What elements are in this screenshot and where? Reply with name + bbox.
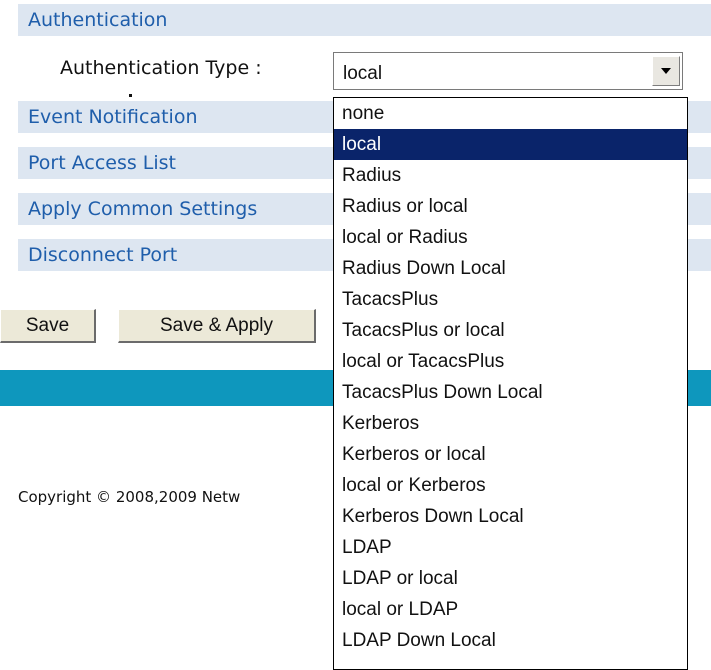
authentication-type-label: Authentication Type : (60, 57, 262, 79)
option-item[interactable]: local or Radius (334, 222, 687, 253)
section-authentication-label: Authentication (28, 9, 168, 31)
authentication-type-options[interactable]: none local Radius Radius or local local or R… (333, 97, 688, 670)
option-item[interactable]: TacacsPlus (334, 284, 687, 315)
save-button[interactable]: Save (0, 309, 96, 343)
option-item[interactable]: LDAP (334, 532, 687, 563)
save-apply-button[interactable]: Save & Apply (118, 309, 316, 343)
authentication-type-selected-value: local (343, 63, 383, 84)
authentication-type-select[interactable]: local (333, 52, 683, 90)
option-item[interactable]: local (334, 129, 687, 160)
section-port-access-list-label: Port Access List (28, 152, 177, 174)
section-disconnect-port-label: Disconnect Port (28, 244, 178, 266)
option-item[interactable]: none (334, 98, 687, 129)
option-item[interactable]: Kerberos or local (334, 439, 687, 470)
copyright-text: Copyright © 2008,2009 Netw (18, 488, 241, 506)
page: Authentication Authentication Type : Eve… (0, 0, 711, 670)
option-item[interactable]: LDAP Down Local (334, 625, 687, 656)
option-item[interactable]: local or TacacsPlus (334, 346, 687, 377)
option-item[interactable]: Kerberos Down Local (334, 501, 687, 532)
section-event-notification-label: Event Notification (28, 106, 198, 128)
option-item[interactable]: LDAP or local (334, 563, 687, 594)
option-item[interactable]: Kerberos (334, 408, 687, 439)
option-item[interactable]: TacacsPlus or local (334, 315, 687, 346)
section-authentication[interactable]: Authentication (18, 4, 711, 36)
option-item[interactable]: TacacsPlus Down Local (334, 377, 687, 408)
option-item[interactable]: local or Kerberos (334, 470, 687, 501)
dropdown-toggle-button[interactable] (652, 56, 680, 86)
option-item[interactable]: Radius Down Local (334, 253, 687, 284)
chevron-down-icon (661, 68, 671, 74)
option-item[interactable]: Radius (334, 160, 687, 191)
option-item[interactable]: Radius or local (334, 191, 687, 222)
option-item[interactable]: local or LDAP (334, 594, 687, 625)
bullet-dot (129, 94, 132, 97)
section-apply-common-settings-label: Apply Common Settings (28, 198, 258, 220)
